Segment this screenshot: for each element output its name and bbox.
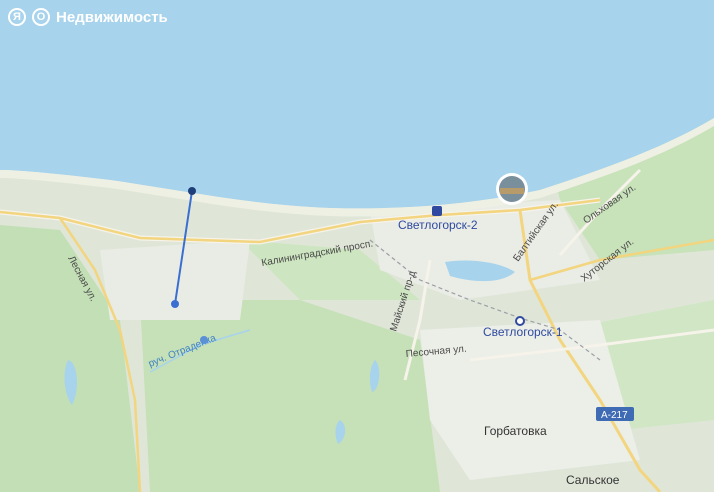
place-label-gorbatovka: Горбатовка <box>484 424 547 438</box>
stream-point <box>200 336 208 344</box>
road-badge-a217: А-217 <box>596 407 634 421</box>
line-start-point[interactable] <box>188 187 196 195</box>
station-label: Светлогорск-2 <box>398 218 478 232</box>
photo-thumbnail-detail <box>500 188 524 194</box>
train-station-icon <box>432 206 442 216</box>
brand-title: Недвижимость <box>56 8 168 26</box>
station-label: Светлогорск-1 <box>483 325 563 339</box>
road-badge-label: А-217 <box>601 410 628 421</box>
map-canvas[interactable]: Калининградский просп. Лесная ул. Балтий… <box>0 0 714 492</box>
place-label-salskoe: Сальское <box>566 473 620 487</box>
train-station-icon <box>515 316 525 326</box>
line-end-point[interactable] <box>171 300 179 308</box>
photo-marker[interactable] <box>496 173 528 205</box>
brand-logo[interactable]: Я О Недвижимость <box>8 8 168 26</box>
yandex-logo-o-icon: О <box>32 8 50 26</box>
yandex-logo-icon: Я <box>8 8 26 26</box>
